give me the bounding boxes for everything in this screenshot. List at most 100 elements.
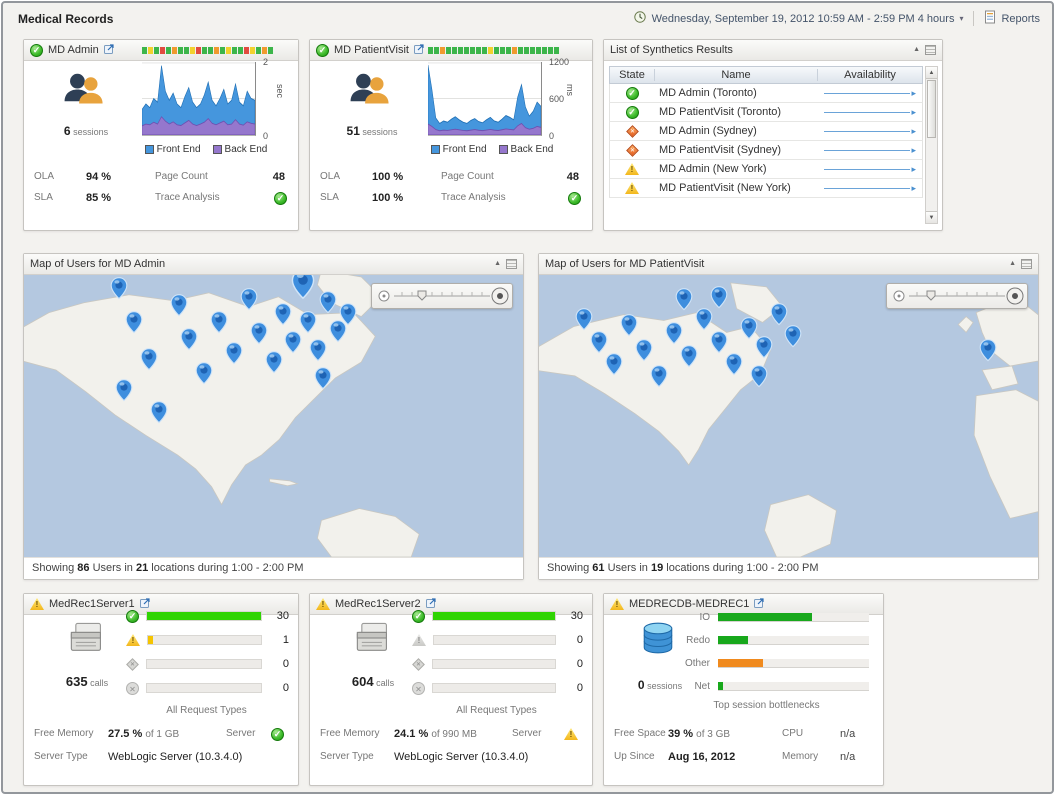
request-types-caption: All Request Types	[124, 705, 289, 716]
request-type-row: 30	[412, 604, 583, 628]
map-landmass	[539, 275, 1038, 557]
request-type-row: 30	[126, 604, 289, 628]
map-pin[interactable]	[340, 303, 357, 329]
pin-icon	[250, 322, 267, 345]
server-type-value: WebLogic Server (10.3.4.0)	[394, 751, 528, 763]
dashboard-frame: Medical Records Wednesday, September 19,…	[1, 1, 1054, 794]
scrollbar[interactable]: ▲ ▼	[925, 66, 938, 224]
server-status-icon[interactable]	[271, 728, 284, 741]
request-types-caption: All Request Types	[410, 705, 583, 716]
map-pin[interactable]	[210, 311, 227, 337]
map-pin[interactable]	[635, 339, 652, 365]
user-map[interactable]	[24, 275, 523, 557]
trace-analysis-status-icon[interactable]	[568, 192, 581, 205]
table-row[interactable]: MD Admin (Toronto)▸	[609, 84, 923, 103]
reports-link[interactable]: Reports	[1001, 13, 1040, 25]
chart-legend: Front End Back End	[414, 144, 570, 155]
chevron-down-icon[interactable]: ▾	[959, 14, 963, 23]
scroll-up-button[interactable]: ▲	[926, 67, 937, 79]
map-pin[interactable]	[755, 336, 772, 362]
map-pin[interactable]	[300, 311, 317, 337]
map-pin[interactable]	[150, 401, 167, 427]
table-row[interactable]: MD PatientVisit (New York)▸	[609, 179, 923, 198]
map-pin[interactable]	[292, 275, 315, 303]
pin-icon	[635, 339, 652, 362]
column-header-name[interactable]: Name	[654, 69, 818, 81]
scroll-down-button[interactable]: ▼	[926, 211, 937, 223]
map-pin[interactable]	[310, 339, 327, 365]
trace-analysis-status-icon[interactable]	[274, 192, 287, 205]
map-pin[interactable]	[680, 345, 697, 371]
map-pin[interactable]	[320, 291, 337, 317]
time-range[interactable]: Wednesday, September 19, 2012 10:59 AM -…	[652, 13, 955, 25]
panel-title-server2[interactable]: MedRec1Server2	[335, 598, 421, 610]
map-pin[interactable]	[605, 353, 622, 379]
map-pin[interactable]	[180, 328, 197, 354]
request-type-row: 0	[412, 628, 583, 652]
map-pin[interactable]	[115, 379, 132, 405]
map-pin[interactable]	[750, 365, 767, 391]
map-pin[interactable]	[265, 351, 282, 377]
drilldown-icon[interactable]	[414, 43, 425, 57]
bar-track	[718, 682, 869, 691]
bar-value: 0	[269, 682, 289, 694]
map-pin[interactable]	[725, 353, 742, 379]
critical-state-icon	[626, 144, 639, 157]
map-pin[interactable]	[675, 288, 692, 314]
panel-menu-icon[interactable]	[925, 45, 936, 55]
bar-track	[718, 659, 869, 668]
zoom-slider[interactable]	[886, 283, 1028, 309]
panel-title-md-admin[interactable]: MD Admin	[48, 44, 99, 56]
bar-value: 0	[563, 682, 583, 694]
panel-menu-icon[interactable]	[1021, 259, 1032, 269]
map-pin[interactable]	[125, 311, 142, 337]
report-icon	[984, 10, 996, 27]
map-pin[interactable]	[140, 348, 157, 374]
availability-heatmap	[142, 47, 273, 54]
scroll-thumb[interactable]	[927, 80, 936, 138]
zoom-slider[interactable]	[371, 283, 513, 309]
ok-state-icon	[626, 87, 639, 100]
request-type-row: 0	[126, 676, 289, 700]
page-title: Medical Records	[18, 12, 113, 26]
sla-label: SLA	[320, 192, 339, 203]
table-row[interactable]: MD Admin (Sydney)▸	[609, 122, 923, 141]
pin-icon	[340, 303, 357, 326]
column-header-state[interactable]: State	[610, 69, 654, 81]
collapse-icon[interactable]: ▲	[1009, 259, 1016, 269]
column-header-availability[interactable]: Availability	[818, 69, 922, 81]
map-pin[interactable]	[980, 339, 997, 365]
panel-title-md-patientvisit[interactable]: MD PatientVisit	[334, 44, 409, 56]
map-pin[interactable]	[710, 286, 727, 312]
heatmap-cell	[256, 47, 261, 54]
map-pin[interactable]	[110, 277, 127, 303]
map-pin[interactable]	[315, 367, 332, 393]
server-status-icon[interactable]	[564, 728, 578, 740]
bar-track	[718, 636, 869, 645]
map-pin[interactable]	[240, 288, 257, 314]
y-tick-label: 600	[549, 94, 564, 104]
collapse-icon[interactable]: ▲	[913, 45, 920, 55]
map-pin[interactable]	[785, 325, 802, 351]
page-count-label: Page Count	[155, 171, 208, 182]
drilldown-icon[interactable]	[104, 43, 115, 57]
map-pin[interactable]	[225, 342, 242, 368]
user-map[interactable]	[539, 275, 1038, 557]
pin-icon	[300, 311, 317, 334]
map-pin[interactable]	[170, 294, 187, 320]
table-row[interactable]: MD Admin (New York)▸	[609, 160, 923, 179]
map-pin[interactable]	[650, 365, 667, 391]
synthetic-name: MD PatientVisit (Sydney)	[654, 144, 818, 156]
map-pin[interactable]	[250, 322, 267, 348]
map-pin[interactable]	[275, 303, 292, 329]
map-pin[interactable]	[195, 362, 212, 388]
table-row[interactable]: MD PatientVisit (Sydney)▸	[609, 141, 923, 160]
panel-title-server1[interactable]: MedRec1Server1	[49, 598, 135, 610]
collapse-icon[interactable]: ▲	[494, 259, 501, 269]
heatmap-cell	[172, 47, 177, 54]
heatmap-cell	[470, 47, 475, 54]
panel-menu-icon[interactable]	[506, 259, 517, 269]
heatmap-cell	[518, 47, 523, 54]
map-pin[interactable]	[620, 314, 637, 340]
table-row[interactable]: MD PatientVisit (Toronto)▸	[609, 103, 923, 122]
